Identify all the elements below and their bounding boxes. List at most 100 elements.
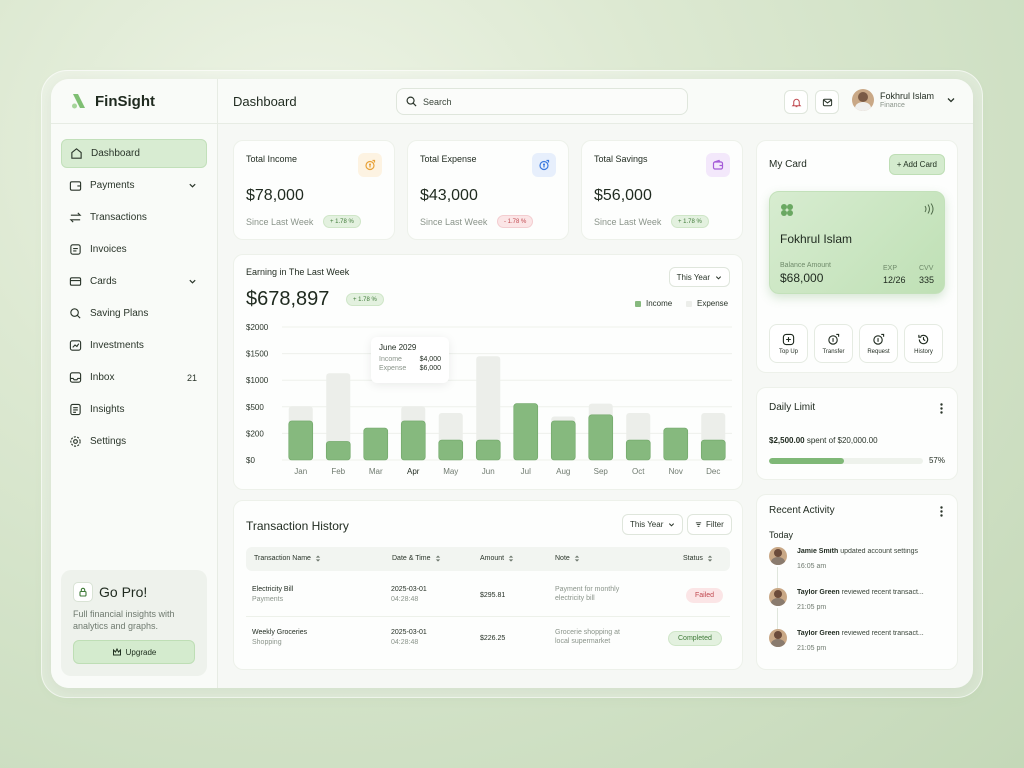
column-status[interactable]: Status: [683, 555, 713, 562]
income-bar[interactable]: [438, 439, 464, 461]
transaction-note: Payment for monthly: [555, 586, 620, 593]
income-bar[interactable]: [475, 439, 501, 461]
today-label: Today: [769, 530, 794, 540]
column-transaction-name[interactable]: Transaction Name: [254, 555, 321, 562]
sidebar-item-saving-plans[interactable]: Saving Plans: [61, 299, 207, 328]
period-select-label: This Year: [630, 520, 664, 529]
income-bar[interactable]: [550, 420, 576, 461]
sidebar-item-cards[interactable]: Cards: [61, 267, 207, 296]
sidebar-item-invoices[interactable]: Invoices: [61, 235, 207, 264]
sidebar-item-payments[interactable]: Payments: [61, 171, 207, 200]
expense-icon: [532, 153, 556, 177]
search-icon: [406, 96, 417, 107]
sidebar-item-settings[interactable]: Settings: [61, 427, 207, 456]
top-up-button[interactable]: Top Up: [769, 324, 808, 363]
transaction-category: Shopping: [252, 639, 282, 646]
my-card-title: My Card: [769, 159, 807, 170]
transfer-button[interactable]: Transfer: [814, 324, 853, 363]
income-bar[interactable]: [325, 441, 351, 461]
inbox-icon: [69, 371, 82, 384]
tooltip-income-label: Income: [379, 356, 402, 363]
tooltip-title: June 2029: [379, 343, 417, 352]
go-pro-description: Full financial insights with analytics a…: [73, 609, 175, 631]
earnings-bar-chart: $0 $200 $500 $1000 $1500 $2000 Jan Feb Mar Apr May…: [246, 323, 732, 476]
card-holder-name: Fokhrul Islam: [780, 232, 853, 246]
history-button[interactable]: History: [904, 324, 943, 363]
search-input[interactable]: Search: [396, 88, 688, 115]
transaction-history-card: Transaction History This Year Filter Tra…: [233, 500, 743, 670]
daily-limit-progress: [769, 458, 923, 464]
x-tick-label: May: [443, 467, 458, 476]
chart-tooltip: June 2029 Income $4,000 Expense $6,000: [371, 337, 449, 383]
sort-icon: [435, 555, 440, 562]
card-brand-icon: [781, 204, 793, 216]
search-placeholder: Search: [423, 96, 452, 107]
total-savings-card: Total Savings $56,000 Since Last Week + …: [581, 140, 743, 240]
table-row[interactable]: Weekly Groceries Shopping 2025-03-01 04:28…: [246, 617, 730, 660]
income-bar[interactable]: [363, 427, 389, 461]
user-menu[interactable]: Fokhrul Islam Finance: [852, 89, 956, 111]
brand: FinSight: [51, 79, 217, 124]
activity-user: Taylor Green: [797, 630, 840, 637]
filter-button[interactable]: Filter: [687, 514, 732, 535]
stat-title: Total Income: [246, 154, 298, 164]
notification-button[interactable]: [784, 90, 808, 114]
stat-title: Total Savings: [594, 154, 648, 164]
income-bar[interactable]: [400, 420, 426, 461]
income-bar[interactable]: [288, 420, 314, 461]
transaction-amount: $295.81: [480, 592, 506, 599]
period-select[interactable]: This Year: [622, 514, 684, 535]
income-bar[interactable]: [625, 439, 651, 461]
activity-action: reviewed recent transact...: [841, 630, 924, 637]
savings-icon: [706, 153, 730, 177]
chevron-down-icon: [669, 523, 675, 527]
avatar: [852, 89, 874, 111]
contactless-icon: [924, 203, 934, 215]
sidebar-item-investments[interactable]: Investments: [61, 331, 207, 360]
user-role: Finance: [880, 102, 905, 109]
x-tick-label: Feb: [331, 467, 345, 476]
stat-value: $43,000: [420, 187, 478, 204]
income-bar[interactable]: [700, 439, 726, 461]
income-bar[interactable]: [513, 403, 539, 461]
credit-card[interactable]: Fokhrul Islam Balance Amount $68,000 EXP…: [769, 191, 945, 294]
card-icon: [69, 275, 82, 288]
timeline-line: [777, 608, 778, 630]
recent-activity-card: Recent Activity Today Jamie Smith update…: [756, 494, 958, 670]
transaction-note: Grocerie shopping at: [555, 629, 620, 636]
transaction-category: Payments: [252, 596, 284, 603]
change-badge: + 1.78 %: [671, 215, 709, 228]
column-amount[interactable]: Amount: [480, 555, 514, 562]
column-date-time[interactable]: Date & Time: [392, 555, 441, 562]
x-tick-label: Jul: [521, 467, 531, 476]
more-vertical-icon[interactable]: [940, 403, 943, 414]
sidebar-item-insights[interactable]: Insights: [61, 395, 207, 424]
page-title: Dashboard: [233, 94, 297, 109]
income-bar[interactable]: [588, 414, 614, 461]
stat-value: $56,000: [594, 187, 652, 204]
sidebar-item-transactions[interactable]: Transactions: [61, 203, 207, 232]
upgrade-button[interactable]: Upgrade: [73, 640, 195, 664]
cvv-value: 335: [919, 275, 935, 285]
table-row[interactable]: Electricity Bill Payments 2025-03-01 04:28…: [246, 574, 730, 617]
income-bar[interactable]: [663, 427, 689, 461]
history-label: History: [914, 348, 933, 355]
column-note[interactable]: Note: [555, 555, 580, 562]
add-card-button[interactable]: + Add Card: [888, 154, 945, 175]
messages-button[interactable]: [815, 90, 839, 114]
earnings-card: Earning in The Last Week $678,897 + 1.78…: [233, 254, 743, 490]
activity-user: Taylor Green: [797, 589, 840, 596]
sidebar-item-label: Investments: [90, 340, 144, 351]
sidebar-item-dashboard[interactable]: Dashboard: [61, 139, 207, 168]
activity-time: 21:05 pm: [797, 604, 827, 611]
more-vertical-icon[interactable]: [940, 506, 943, 517]
transaction-name: Weekly Groceries: [252, 629, 308, 636]
sidebar-item-inbox[interactable]: Inbox 21: [61, 363, 207, 392]
sidebar: FinSight Dashboard Payments Transactions…: [51, 79, 218, 688]
x-tick-label: Oct: [632, 467, 645, 476]
request-button[interactable]: Request: [859, 324, 898, 363]
app-window: FinSight Dashboard Payments Transactions…: [51, 79, 973, 688]
piggy-icon: [69, 307, 82, 320]
table-header: Transaction Name Date & Time Amount Note…: [246, 547, 730, 571]
sidebar-item-label: Settings: [90, 436, 127, 447]
